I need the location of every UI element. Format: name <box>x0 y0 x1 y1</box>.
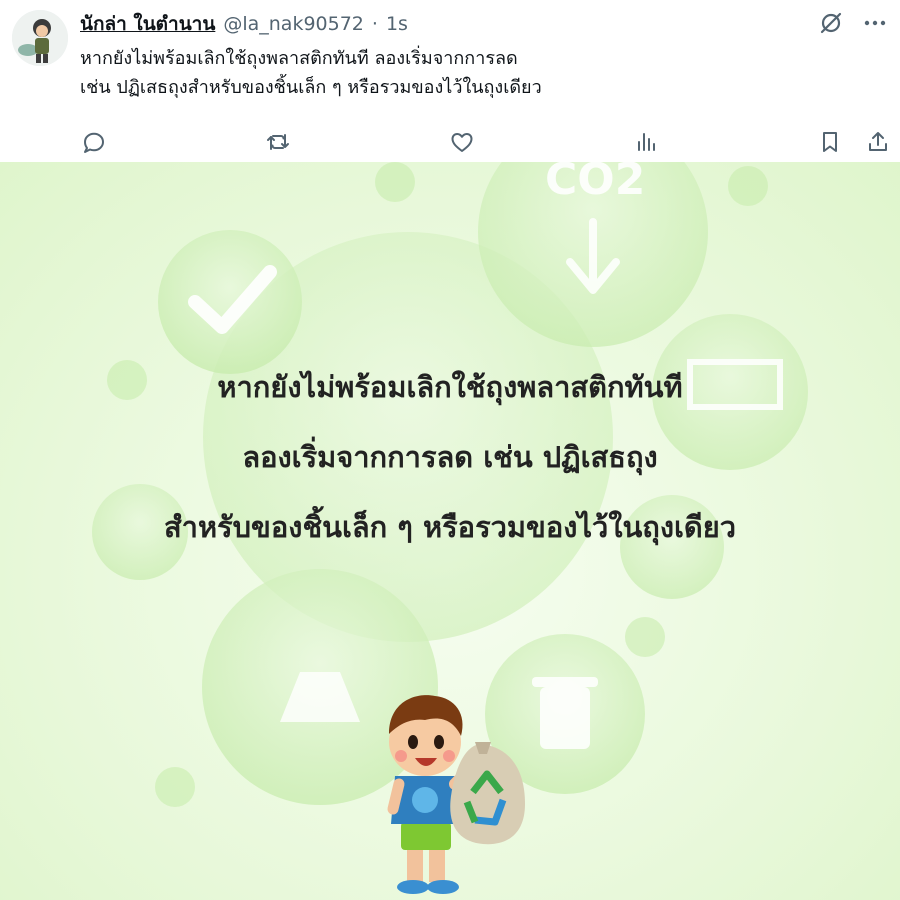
share-icon[interactable] <box>862 126 894 158</box>
like-icon[interactable] <box>446 126 478 158</box>
media-caption-line-3: สำหรับของชิ้นเล็ก ๆ หรือรวมของไว้ในถุงเด… <box>163 510 737 544</box>
avatar-image <box>12 10 68 66</box>
post-text-line-1: หากยังไม่พร้อมเลิกใช้ถุงพลาสติกทันที ลอง… <box>80 48 518 69</box>
grok-icon[interactable] <box>816 8 846 38</box>
svg-text:CO2: CO2 <box>545 162 645 205</box>
avatar[interactable] <box>12 10 68 66</box>
display-name[interactable]: นักล่า ในตำนาน <box>80 9 215 39</box>
action-bar <box>0 122 900 162</box>
top-actions <box>816 8 890 38</box>
separator-dot: · <box>371 13 378 35</box>
author-line: นักล่า ในตำนาน @la_nak90572 · 1s <box>80 10 408 38</box>
media-caption-line-1: หากยังไม่พร้อมเลิกใช้ถุงพลาสติกทันที <box>217 370 683 404</box>
more-icon[interactable] <box>860 8 890 38</box>
reply-icon[interactable] <box>78 126 110 158</box>
post-text-line-2: เช่น ปฏิเสธถุงสำหรับของชิ้นเล็ก ๆ หรือรว… <box>80 77 542 98</box>
boy-with-recycle-bag-illustration <box>387 695 525 894</box>
views-icon[interactable] <box>630 126 662 158</box>
media-caption: หากยังไม่พร้อมเลิกใช้ถุงพลาสติกทันที ลอง… <box>60 352 840 562</box>
post-header: นักล่า ในตำนาน @la_nak90572 · 1s หากยังไ… <box>0 0 900 162</box>
retweet-icon[interactable] <box>262 126 294 158</box>
bookmark-icon[interactable] <box>814 126 846 158</box>
media-caption-line-2: ลองเริ่มจากการลด เช่น ปฏิเสธถุง <box>242 440 658 474</box>
user-handle[interactable]: @la_nak90572 <box>223 13 364 35</box>
post-text: หากยังไม่พร้อมเลิกใช้ถุงพลาสติกทันที ลอง… <box>80 44 860 102</box>
post-time[interactable]: 1s <box>386 13 408 35</box>
post-media-image[interactable]: CO2 หากยังไม่พร้อมเลิกใช้ถุงพลาสติกทันที… <box>0 162 900 900</box>
